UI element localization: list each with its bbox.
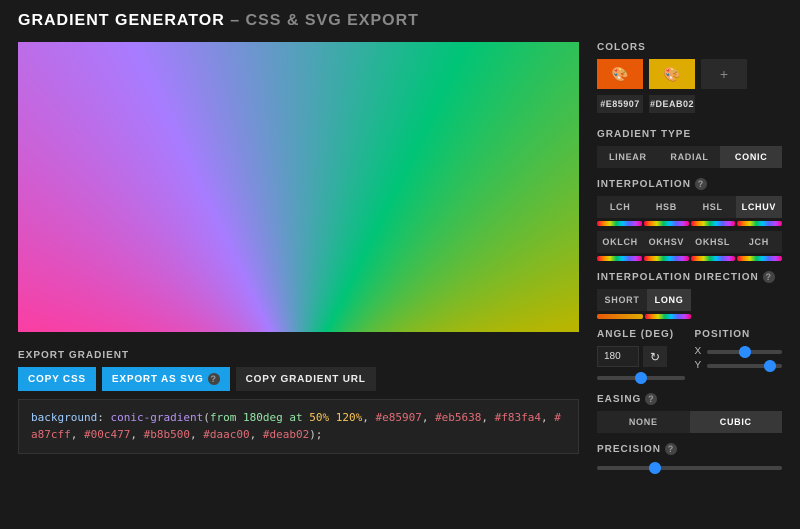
precision-slider[interactable] <box>597 466 782 470</box>
interp-preview-row1 <box>597 221 782 226</box>
gradient-type-radial[interactable]: RADIAL <box>659 146 721 168</box>
easing-cubic[interactable]: CUBIC <box>690 411 783 433</box>
easing-seg: NONE CUBIC <box>597 411 782 433</box>
code-property: background <box>31 411 97 424</box>
interp-preview-row2 <box>597 256 782 261</box>
angle-input[interactable] <box>597 346 639 367</box>
rainbow-strip <box>737 256 782 261</box>
code-function: conic-gradient <box>110 411 203 424</box>
position-section: POSITION X Y <box>695 329 783 383</box>
interp-direction-label: INTERPOLATION DIRECTION? <box>597 271 782 283</box>
color-swatch-0[interactable]: 🎨 <box>597 59 643 89</box>
rainbow-strip <box>737 221 782 226</box>
title-main: GRADIENT GENERATOR <box>18 12 225 29</box>
code-hex: #b8b500 <box>144 428 190 441</box>
hex-chip-1[interactable]: #DEAB02 <box>649 95 695 113</box>
interp-row2: OKLCH OKHSV OKHSL JCH <box>597 231 782 253</box>
code-hex: #00c477 <box>84 428 130 441</box>
code-output[interactable]: background: conic-gradient(from 180deg a… <box>18 399 579 454</box>
code-hex: #f83fa4 <box>495 411 541 424</box>
code-hex: #daac00 <box>203 428 249 441</box>
interp-dir-seg: SHORT LONG <box>597 289 691 311</box>
rotate-button[interactable]: ↻ <box>643 346 667 367</box>
interpolation-section: INTERPOLATION? LCH HSB HSL LCHUV OKLCH O… <box>597 178 782 261</box>
export-label: EXPORT GRADIENT <box>18 350 579 361</box>
interp-dir-preview <box>597 314 691 319</box>
rainbow-strip <box>597 256 642 261</box>
rainbow-strip <box>644 256 689 261</box>
main-column: EXPORT GRADIENT COPY CSS EXPORT AS SVG ?… <box>18 42 579 473</box>
position-label: POSITION <box>695 329 783 340</box>
angle-label: ANGLE (DEG) <box>597 329 685 340</box>
code-hex: #deab02 <box>263 428 309 441</box>
code-at-kw: at <box>289 411 302 424</box>
interp-lch[interactable]: LCH <box>597 196 643 218</box>
sidebar: COLORS 🎨 🎨 + #E85907 #DEAB02 GRADIENT TY… <box>597 42 782 473</box>
export-svg-label: EXPORT AS SVG <box>112 374 204 385</box>
help-icon: ? <box>763 271 775 283</box>
color-swatch-1[interactable]: 🎨 <box>649 59 695 89</box>
interp-dir-long[interactable]: LONG <box>647 289 691 311</box>
title-subtitle: – CSS & SVG EXPORT <box>225 12 419 29</box>
rainbow-strip <box>597 221 642 226</box>
easing-none[interactable]: NONE <box>597 411 690 433</box>
palette-icon: 🎨 <box>663 66 680 83</box>
interp-okhsl[interactable]: OKHSL <box>690 231 736 253</box>
position-y-label: Y <box>695 360 702 371</box>
interp-jch[interactable]: JCH <box>736 231 782 253</box>
rotate-icon: ↻ <box>650 350 660 364</box>
gradient-type-section: GRADIENT TYPE LINEAR RADIAL CONIC <box>597 129 782 168</box>
rainbow-strip <box>645 314 691 319</box>
interpolation-label: INTERPOLATION? <box>597 178 782 190</box>
plus-icon: + <box>720 66 728 82</box>
gradient-type-seg: LINEAR RADIAL CONIC <box>597 146 782 168</box>
precision-section: PRECISION? <box>597 443 782 473</box>
interp-row1: LCH HSB HSL LCHUV <box>597 196 782 218</box>
rainbow-strip <box>597 314 643 319</box>
copy-css-button[interactable]: COPY CSS <box>18 367 96 391</box>
hex-chip-0[interactable]: #E85907 <box>597 95 643 113</box>
precision-label: PRECISION? <box>597 443 782 455</box>
gradient-preview <box>18 42 579 332</box>
code-hex: #eb5638 <box>435 411 481 424</box>
interp-dir-short[interactable]: SHORT <box>597 289 647 311</box>
easing-section: EASING? NONE CUBIC <box>597 393 782 433</box>
interp-oklch[interactable]: OKLCH <box>597 231 643 253</box>
interp-hsl[interactable]: HSL <box>690 196 736 218</box>
code-from-deg: 180deg <box>243 411 283 424</box>
code-from-kw: from <box>210 411 237 424</box>
info-icon: ? <box>208 373 220 385</box>
position-x-slider[interactable] <box>707 350 782 354</box>
palette-icon: 🎨 <box>611 66 628 83</box>
gradient-type-label: GRADIENT TYPE <box>597 129 782 140</box>
angle-slider[interactable] <box>597 376 685 380</box>
gradient-type-conic[interactable]: CONIC <box>720 146 782 168</box>
add-color-button[interactable]: + <box>701 59 747 89</box>
help-icon: ? <box>665 443 677 455</box>
angle-section: ANGLE (DEG) ↻ <box>597 329 685 383</box>
interp-lchuv[interactable]: LCHUV <box>736 196 782 218</box>
colors-label: COLORS <box>597 42 782 53</box>
page-title: GRADIENT GENERATOR – CSS & SVG EXPORT <box>18 12 782 30</box>
interp-direction-section: INTERPOLATION DIRECTION? SHORT LONG <box>597 271 782 319</box>
code-cx: 50% <box>309 411 329 424</box>
rainbow-strip <box>644 221 689 226</box>
interp-hsb[interactable]: HSB <box>643 196 689 218</box>
colors-section: COLORS 🎨 🎨 + #E85907 #DEAB02 <box>597 42 782 119</box>
position-y-slider[interactable] <box>707 364 782 368</box>
code-hex: #e85907 <box>375 411 421 424</box>
position-x-label: X <box>695 346 702 357</box>
help-icon: ? <box>695 178 707 190</box>
rainbow-strip <box>691 221 736 226</box>
code-cy: 120% <box>336 411 363 424</box>
rainbow-strip <box>691 256 736 261</box>
help-icon: ? <box>645 393 657 405</box>
gradient-type-linear[interactable]: LINEAR <box>597 146 659 168</box>
copy-url-button[interactable]: COPY GRADIENT URL <box>236 367 376 391</box>
easing-label: EASING? <box>597 393 782 405</box>
interp-okhsv[interactable]: OKHSV <box>643 231 689 253</box>
export-svg-button[interactable]: EXPORT AS SVG ? <box>102 367 230 391</box>
